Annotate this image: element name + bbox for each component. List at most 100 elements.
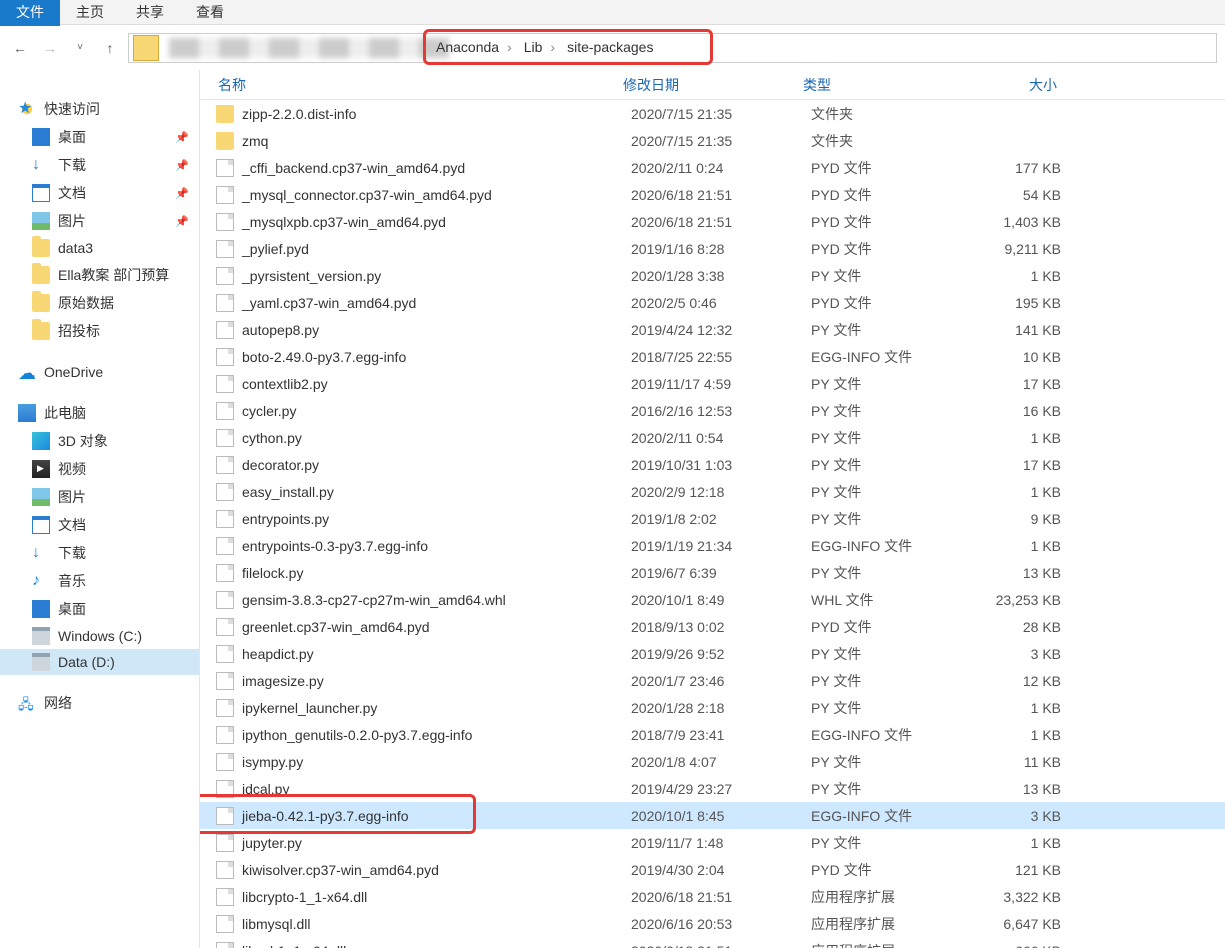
sidebar-item[interactable]: 下载 <box>0 539 199 567</box>
breadcrumb-anaconda[interactable]: Anaconda <box>430 39 518 55</box>
file-size: 28 KB <box>961 619 1081 635</box>
col-name[interactable]: 名称 <box>200 75 615 95</box>
up-button[interactable]: ↑ <box>98 36 122 60</box>
col-size[interactable]: 大小 <box>945 75 1065 95</box>
sidebar-item[interactable]: 原始数据 <box>0 289 199 317</box>
ribbon-tabs: 文件 主页 共享 查看 <box>0 0 1225 25</box>
doc-icon <box>32 516 50 534</box>
file-name: gensim-3.8.3-cp27-cp27m-win_amd64.whl <box>242 592 506 608</box>
file-row[interactable]: kiwisolver.cp37-win_amd64.pyd2019/4/30 2… <box>200 856 1225 883</box>
file-row[interactable]: zipp-2.2.0.dist-info2020/7/15 21:35文件夹 <box>200 100 1225 127</box>
sidebar-item[interactable]: Windows (C:) <box>0 623 199 649</box>
sidebar-item-label: 文档 <box>58 515 86 535</box>
ribbon-tab-view[interactable]: 查看 <box>180 0 240 26</box>
ribbon-tab-file[interactable]: 文件 <box>0 0 60 26</box>
sidebar-item[interactable]: 图片 <box>0 483 199 511</box>
file-size: 1,403 KB <box>961 214 1081 230</box>
sidebar-item[interactable]: Ella教案 部门预算 <box>0 261 199 289</box>
file-date: 2020/1/7 23:46 <box>631 673 811 689</box>
file-type: PY 文件 <box>811 671 961 691</box>
recent-dropdown[interactable]: ˅ <box>68 36 92 60</box>
file-date: 2016/2/16 12:53 <box>631 403 811 419</box>
file-type: PY 文件 <box>811 698 961 718</box>
file-row[interactable]: autopep8.py2019/4/24 12:32PY 文件141 KB <box>200 316 1225 343</box>
sidebar-thispc[interactable]: 此电脑 <box>0 399 199 427</box>
file-date: 2020/1/8 4:07 <box>631 754 811 770</box>
file-row[interactable]: _pylief.pyd2019/1/16 8:28PYD 文件9,211 KB <box>200 235 1225 262</box>
file-row[interactable]: filelock.py2019/6/7 6:39PY 文件13 KB <box>200 559 1225 586</box>
sidebar-item[interactable]: Data (D:) <box>0 649 199 675</box>
scroll-up-icon[interactable]: ⌃ <box>1199 70 1225 79</box>
sidebar-item[interactable]: 下载📌 <box>0 151 199 179</box>
file-type: PY 文件 <box>811 833 961 853</box>
file-row[interactable]: easy_install.py2020/2/9 12:18PY 文件1 KB <box>200 478 1225 505</box>
sidebar-item-label: 桌面 <box>58 599 86 619</box>
sidebar-onedrive[interactable]: OneDrive <box>0 359 199 385</box>
fold-icon <box>32 294 50 312</box>
breadcrumb-sitepackages[interactable]: site-packages <box>561 39 659 55</box>
col-date[interactable]: 修改日期 <box>615 75 795 95</box>
back-button[interactable]: ← <box>8 36 32 60</box>
file-row[interactable]: greenlet.cp37-win_amd64.pyd2018/9/13 0:0… <box>200 613 1225 640</box>
forward-button[interactable]: → <box>38 36 62 60</box>
file-type: PY 文件 <box>811 455 961 475</box>
file-type: 应用程序扩展 <box>811 887 961 907</box>
file-name: _mysql_connector.cp37-win_amd64.pyd <box>242 187 492 203</box>
file-row[interactable]: _mysqlxpb.cp37-win_amd64.pyd2020/6/18 21… <box>200 208 1225 235</box>
sidebar-item[interactable]: 视频 <box>0 455 199 483</box>
sidebar-item[interactable]: 3D 对象 <box>0 427 199 455</box>
file-row[interactable]: zmq2020/7/15 21:35文件夹 <box>200 127 1225 154</box>
file-row[interactable]: cycler.py2016/2/16 12:53PY 文件16 KB <box>200 397 1225 424</box>
sidebar-network[interactable]: 网络 <box>0 689 199 717</box>
file-row[interactable]: jieba-0.42.1-py3.7.egg-info2020/10/1 8:4… <box>200 802 1225 829</box>
sidebar-item[interactable]: 图片📌 <box>0 207 199 235</box>
file-rows[interactable]: zipp-2.2.0.dist-info2020/7/15 21:35文件夹zm… <box>200 100 1225 948</box>
sidebar-item[interactable]: data3 <box>0 235 199 261</box>
file-size: 6,647 KB <box>961 916 1081 932</box>
file-name: _pyrsistent_version.py <box>242 268 381 284</box>
file-type: 应用程序扩展 <box>811 941 961 948</box>
file-row[interactable]: gensim-3.8.3-cp27-cp27m-win_amd64.whl202… <box>200 586 1225 613</box>
ribbon-tab-share[interactable]: 共享 <box>120 0 180 26</box>
file-row[interactable]: isympy.py2020/1/8 4:07PY 文件11 KB <box>200 748 1225 775</box>
file-date: 2019/11/17 4:59 <box>631 376 811 392</box>
file-size: 11 KB <box>961 754 1081 770</box>
file-icon <box>216 267 234 285</box>
file-row[interactable]: libcrypto-1_1-x64.dll2020/6/18 21:51应用程序… <box>200 883 1225 910</box>
sidebar-item[interactable]: 文档📌 <box>0 179 199 207</box>
file-icon <box>216 861 234 879</box>
file-row[interactable]: ipython_genutils-0.2.0-py3.7.egg-info201… <box>200 721 1225 748</box>
file-row[interactable]: jupyter.py2019/11/7 1:48PY 文件1 KB <box>200 829 1225 856</box>
file-row[interactable]: _mysql_connector.cp37-win_amd64.pyd2020/… <box>200 181 1225 208</box>
file-row[interactable]: _pyrsistent_version.py2020/1/28 3:38PY 文… <box>200 262 1225 289</box>
file-row[interactable]: contextlib2.py2019/11/17 4:59PY 文件17 KB <box>200 370 1225 397</box>
file-row[interactable]: entrypoints-0.3-py3.7.egg-info2019/1/19 … <box>200 532 1225 559</box>
sidebar-item[interactable]: 音乐 <box>0 567 199 595</box>
file-icon <box>216 537 234 555</box>
file-row[interactable]: imagesize.py2020/1/7 23:46PY 文件12 KB <box>200 667 1225 694</box>
file-type: 文件夹 <box>811 131 961 151</box>
sidebar-item[interactable]: 桌面📌 <box>0 123 199 151</box>
file-row[interactable]: boto-2.49.0-py3.7.egg-info2018/7/25 22:5… <box>200 343 1225 370</box>
file-row[interactable]: _yaml.cp37-win_amd64.pyd2020/2/5 0:46PYD… <box>200 289 1225 316</box>
sidebar-item[interactable]: 文档 <box>0 511 199 539</box>
drive-icon <box>32 627 50 645</box>
file-row[interactable]: cython.py2020/2/11 0:54PY 文件1 KB <box>200 424 1225 451</box>
sidebar-quick-access[interactable]: 快速访问 <box>0 95 199 123</box>
breadcrumb-lib[interactable]: Lib <box>518 39 561 55</box>
file-row[interactable]: jdcal.py2019/4/29 23:27PY 文件13 KB <box>200 775 1225 802</box>
col-type[interactable]: 类型 <box>795 75 945 95</box>
file-row[interactable]: ipykernel_launcher.py2020/1/28 2:18PY 文件… <box>200 694 1225 721</box>
file-type: PY 文件 <box>811 374 961 394</box>
ribbon-tab-home[interactable]: 主页 <box>60 0 120 26</box>
file-row[interactable]: entrypoints.py2019/1/8 2:02PY 文件9 KB <box>200 505 1225 532</box>
file-row[interactable]: decorator.py2019/10/31 1:03PY 文件17 KB <box>200 451 1225 478</box>
sidebar-item-label: 下载 <box>58 543 86 563</box>
file-row[interactable]: libmysql.dll2020/6/16 20:53应用程序扩展6,647 K… <box>200 910 1225 937</box>
file-row[interactable]: heapdict.py2019/9/26 9:52PY 文件3 KB <box>200 640 1225 667</box>
sidebar-item-label: 招投标 <box>58 321 100 341</box>
sidebar-item[interactable]: 招投标 <box>0 317 199 345</box>
sidebar-item[interactable]: 桌面 <box>0 595 199 623</box>
file-row[interactable]: libssl-1_1-x64.dll2020/6/18 21:51应用程序扩展6… <box>200 937 1225 948</box>
file-row[interactable]: _cffi_backend.cp37-win_amd64.pyd2020/2/1… <box>200 154 1225 181</box>
